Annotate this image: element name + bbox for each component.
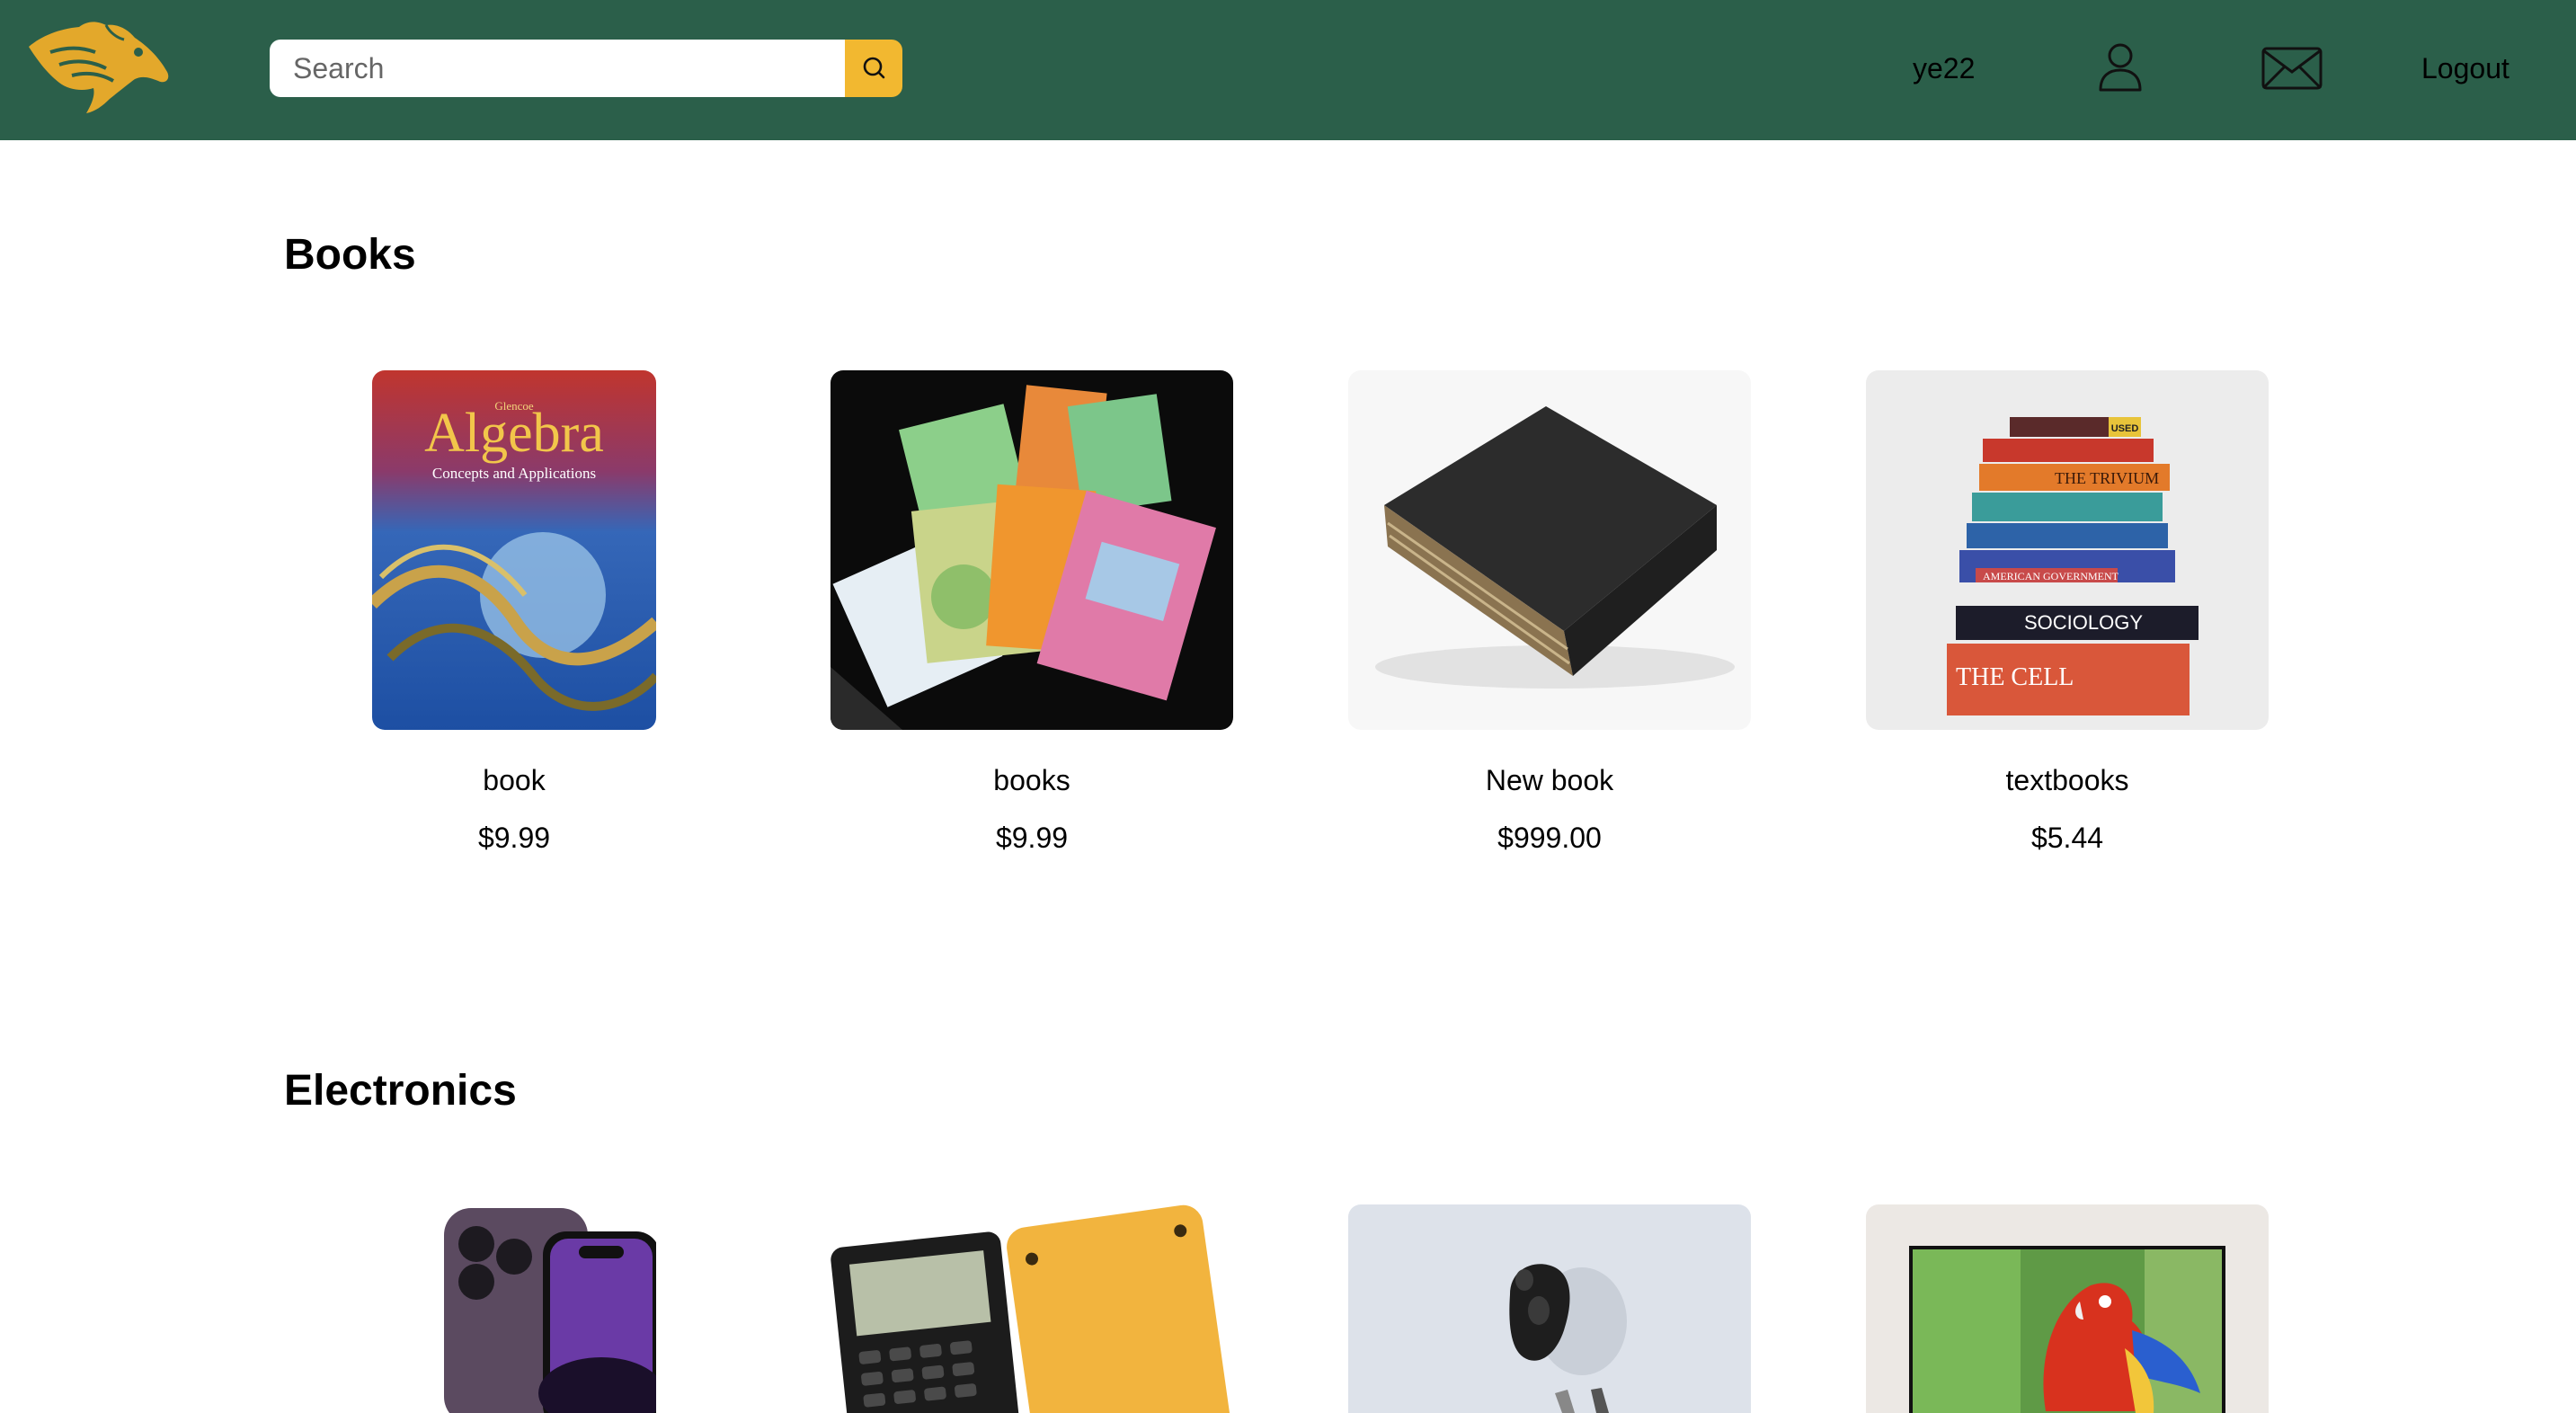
product-name[interactable]: textbooks [1866,760,2269,800]
product-price: $5.44 [2030,822,2104,854]
product-image[interactable]: Glencoe Algebra Concepts and Application… [372,370,656,730]
product-price: $9.99 [477,822,551,854]
spine-trivium: THE TRIVIUM [2055,469,2159,487]
product-price: $9.99 [995,822,1069,854]
messages-link[interactable] [2261,47,2323,90]
algebra-subtitle: Concepts and Applications [432,465,596,482]
product-image[interactable] [1866,1204,2269,1413]
spine-cell: THE CELL [1956,663,2074,691]
mail-icon [2261,47,2323,93]
product-image[interactable] [1348,370,1751,730]
section-title-electronics: Electronics [284,1067,517,1115]
search-input[interactable] [270,40,845,97]
algebra-title: Algebra [424,403,604,464]
product-card[interactable]: Glencoe Algebra Concepts and Application… [313,370,715,858]
spine-sociology: SOCIOLOGY [2024,611,2143,634]
product-card[interactable] [831,1204,1233,1413]
user-icon [2098,41,2143,96]
spine-government: AMERICAN GOVERNMENT [1983,570,2119,582]
product-card[interactable] [1348,1204,1751,1413]
profile-link[interactable] [2098,43,2143,93]
product-name[interactable]: New book [1348,760,1751,800]
product-image[interactable] [831,1204,1233,1413]
spine-used: USED [2111,423,2139,434]
mustang-logo[interactable] [23,20,173,115]
product-card[interactable]: USED THE TRIVIUM AMERICAN GOVERNMENT SOC… [1866,370,2269,858]
product-card[interactable]: New book $999.00 [1348,370,1751,858]
search-icon [861,55,886,83]
product-card[interactable] [1866,1204,2269,1413]
search-bar [270,40,902,97]
product-image[interactable] [1348,1204,1751,1413]
product-name[interactable]: book [313,760,715,800]
section-title-books: Books [284,231,416,279]
product-price: $999.00 [1497,822,1602,854]
username-label[interactable]: ye22 [1913,49,1975,88]
product-image[interactable]: USED THE TRIVIUM AMERICAN GOVERNMENT SOC… [1866,370,2269,730]
product-card[interactable]: books $9.99 [831,370,1233,858]
logout-link[interactable]: Logout [2421,49,2509,88]
product-name[interactable]: books [831,760,1233,800]
product-card[interactable] [313,1204,715,1413]
product-image[interactable] [831,370,1233,730]
navbar: ye22 Logout [0,0,2576,140]
product-image[interactable] [372,1204,656,1413]
search-button[interactable] [845,40,902,97]
